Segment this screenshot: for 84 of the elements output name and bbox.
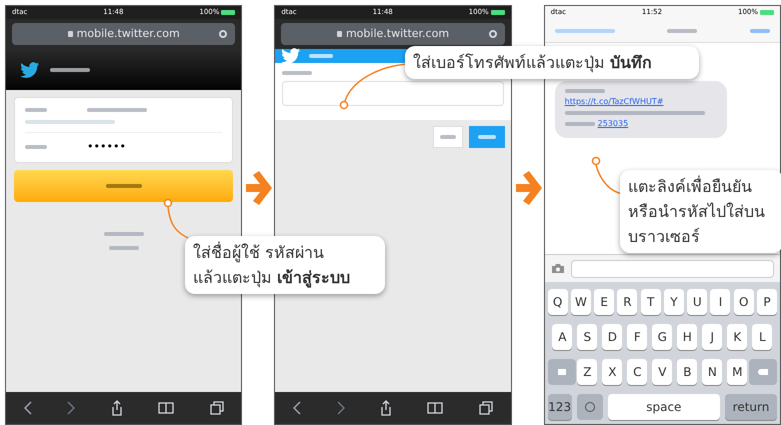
book-icon[interactable] (427, 402, 444, 414)
back-icon[interactable] (24, 401, 32, 415)
keyboard-key[interactable]: R (617, 289, 638, 315)
keyboard-key[interactable]: K (727, 324, 748, 350)
keyboard-key[interactable]: M (727, 359, 748, 385)
forward-icon[interactable] (336, 401, 345, 415)
blurred-text (667, 28, 698, 32)
verification-code[interactable]: 253035 (598, 118, 628, 130)
globe-icon (584, 402, 595, 412)
forward-icon[interactable] (67, 401, 76, 415)
blurred-text (554, 28, 615, 32)
blurred-text (478, 135, 496, 139)
keyboard-key[interactable]: Z (577, 359, 598, 385)
keyboard-key[interactable]: T (640, 289, 661, 315)
login-button[interactable] (14, 170, 234, 202)
keyboard-key[interactable]: F (627, 324, 648, 350)
sms-link[interactable]: https://t.co/TazCfWHUT# (564, 96, 717, 108)
delete-icon (758, 369, 768, 375)
battery-icon (221, 10, 236, 15)
keyboard-key[interactable]: P (757, 289, 778, 315)
battery-icon (490, 10, 505, 15)
leader-line (164, 198, 188, 239)
keyboard-key[interactable]: U (687, 289, 708, 315)
keyboard-key[interactable]: X (602, 359, 622, 385)
phone-number-field[interactable] (282, 81, 504, 106)
keyboard-key[interactable]: L (752, 324, 772, 350)
keyboard-key[interactable]: A (552, 324, 572, 350)
blurred-text (108, 246, 139, 250)
blurred-text (87, 108, 147, 112)
share-icon[interactable] (110, 400, 123, 416)
blurred-text (104, 232, 144, 236)
book-icon[interactable] (158, 402, 174, 414)
keyboard-key[interactable]: V (652, 359, 672, 385)
message-field[interactable] (570, 260, 774, 278)
keyboard-key[interactable]: B (677, 359, 698, 385)
callout-tooltip: แตะลิงค์เพื่อยืนยัน หรือนำรหัสไปใส่บน บราวเซอร์ (620, 170, 781, 253)
keyboard-key[interactable]: S (577, 324, 598, 350)
keyboard-key[interactable]: C (627, 359, 648, 385)
callout-tooltip: ใส่เบอร์โทรศัพท์แล้วแตะปุ่ม บันทึก (405, 46, 699, 79)
keyboard-key[interactable]: Q (548, 289, 568, 315)
space-key[interactable]: space (608, 394, 720, 420)
blurred-text (309, 54, 334, 58)
blurred-text (440, 135, 456, 139)
keyboard-key[interactable]: G (652, 324, 672, 350)
right-arrow-icon (244, 170, 272, 206)
back-icon[interactable] (293, 401, 302, 415)
keyboard-key[interactable]: D (602, 324, 622, 350)
globe-key[interactable] (576, 394, 603, 420)
keyboard-key[interactable]: I (710, 289, 730, 315)
right-arrow-icon (514, 170, 542, 206)
blurred-text (564, 89, 605, 93)
tabs-icon[interactable] (478, 401, 493, 415)
share-icon[interactable] (380, 400, 392, 416)
url-text: mobile.twitter.com (346, 26, 450, 42)
lock-icon (336, 31, 342, 37)
bird-icon (20, 62, 40, 78)
reload-icon[interactable] (219, 30, 228, 38)
numbers-key[interactable]: 123 (548, 394, 572, 420)
blurred-text (750, 28, 770, 32)
keyboard-key[interactable]: Y (664, 289, 684, 315)
shift-icon (558, 369, 566, 375)
keyboard-key[interactable]: W (570, 289, 591, 315)
keyboard-key[interactable]: N (702, 359, 722, 385)
callout-tooltip: ใส่ชื่อผู้ใช้ รหัสผ่าน แล้วแตะปุ่ม เข้าสู่ระบบ (185, 236, 385, 294)
address-bar[interactable]: mobile.twitter.com (281, 23, 505, 45)
keyboard-key[interactable]: O (734, 289, 754, 315)
url-text: mobile.twitter.com (76, 26, 180, 42)
keyboard-key[interactable]: H (677, 324, 698, 350)
blurred-text (25, 144, 47, 148)
tabs-icon[interactable] (210, 401, 224, 415)
blurred-text (282, 71, 312, 75)
lock-icon (68, 31, 73, 37)
blurred-text (25, 108, 47, 112)
battery-icon (760, 10, 774, 15)
blurred-text (106, 184, 142, 188)
password-field[interactable]: •••••• (87, 141, 126, 152)
keyboard-key[interactable]: E (594, 289, 614, 315)
reload-icon[interactable] (488, 30, 497, 38)
address-bar[interactable]: mobile.twitter.com (12, 23, 236, 45)
return-key[interactable]: return (725, 394, 778, 420)
blurred-text (564, 122, 595, 126)
keyboard-key[interactable]: J (702, 324, 722, 350)
camera-icon[interactable] (550, 263, 565, 274)
blurred-text (50, 68, 90, 72)
